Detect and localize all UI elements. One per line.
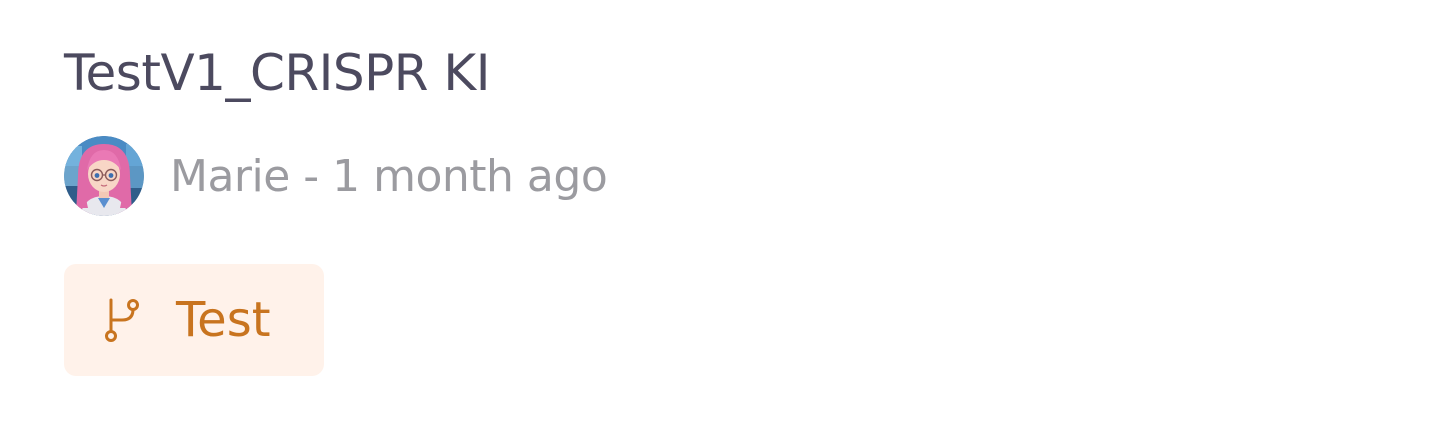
experiment-card: TestV1_CRISPR KI Marie - 1 month ago Tes… xyxy=(0,0,1440,424)
page-title[interactable]: TestV1_CRISPR KI xyxy=(64,38,490,108)
avatar[interactable] xyxy=(64,136,144,216)
author-meta: Marie - 1 month ago xyxy=(64,136,608,216)
branch-tag[interactable]: Test xyxy=(64,264,324,376)
author-timestamp: Marie - 1 month ago xyxy=(170,150,608,202)
branch-label: Test xyxy=(176,292,271,348)
git-branch-icon xyxy=(102,295,142,345)
